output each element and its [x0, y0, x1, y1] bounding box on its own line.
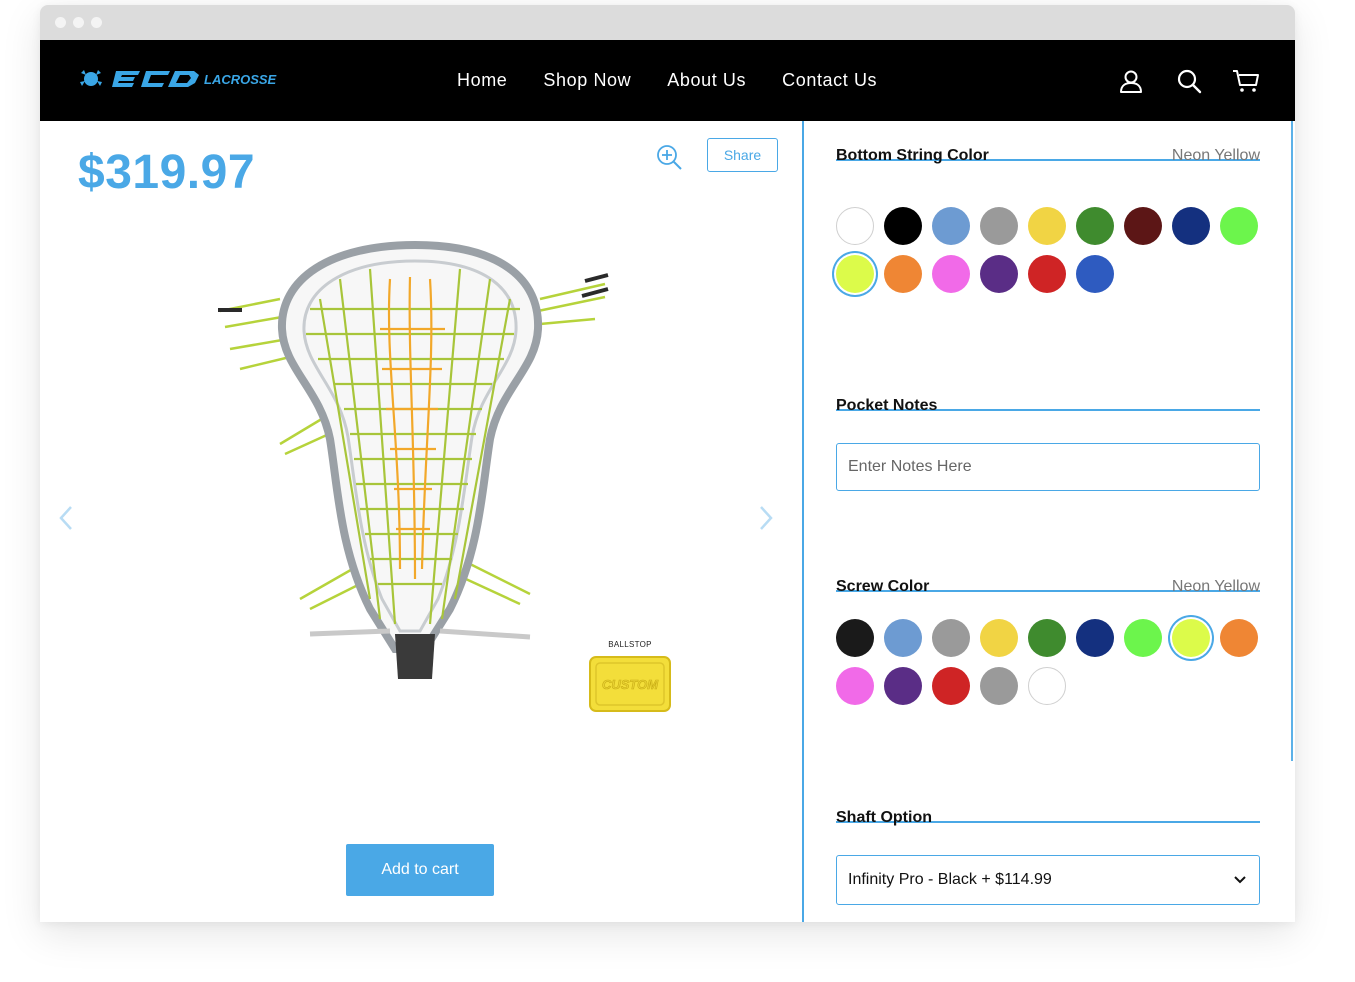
window-dot — [91, 17, 102, 28]
nav-home[interactable]: Home — [457, 70, 507, 91]
nav-about-us[interactable]: About Us — [667, 70, 746, 91]
screw-color-swatch[interactable] — [1076, 619, 1114, 657]
bottom-string-swatches — [836, 207, 1266, 293]
bottom-string-color-swatch[interactable] — [884, 255, 922, 293]
screw-color-selected: Neon Yellow — [1171, 578, 1260, 595]
bottom-string-color-swatch[interactable] — [980, 207, 1018, 245]
shaft-option-title: Shaft Option — [836, 809, 932, 826]
screw-color-swatch[interactable] — [836, 619, 874, 657]
ballstop-image: CUSTOM — [589, 656, 671, 712]
shaft-option-value: Infinity Pro - Black + $114.99 — [848, 871, 1052, 888]
bottom-string-color-swatch[interactable] — [836, 255, 874, 293]
logo-text: LACROSSE — [204, 72, 277, 87]
zoom-in-icon[interactable] — [655, 143, 685, 173]
chevron-down-icon — [1234, 876, 1246, 884]
bottom-string-title: Bottom String Color — [836, 147, 989, 164]
nav-contact-us[interactable]: Contact Us — [782, 70, 877, 91]
nav-shop-now[interactable]: Shop Now — [543, 70, 631, 91]
bottom-string-color-swatch[interactable] — [1076, 207, 1114, 245]
shaft-option-header: Shaft Option — [836, 783, 1260, 826]
bottom-string-color-swatch[interactable] — [836, 207, 874, 245]
screw-color-swatch[interactable] — [1172, 619, 1210, 657]
bottom-string-header: Bottom String Color Neon Yellow — [836, 121, 1260, 164]
bottom-string-selected: Neon Yellow — [1171, 147, 1260, 164]
navbar: LACROSSE Home Shop Now About Us Contact … — [40, 40, 1295, 121]
options-panel: Bottom String Color Neon Yellow Pocket N… — [836, 121, 1260, 922]
bottom-string-color-swatch[interactable] — [884, 207, 922, 245]
screw-color-header: Screw Color Neon Yellow — [836, 552, 1260, 595]
panel-divider — [802, 121, 804, 922]
shaft-option-select[interactable]: Infinity Pro - Black + $114.99 — [836, 855, 1260, 905]
bottom-string-color-swatch[interactable] — [932, 207, 970, 245]
bottom-string-color-swatch[interactable] — [1076, 255, 1114, 293]
bottom-string-color-swatch[interactable] — [1028, 207, 1066, 245]
pocket-notes-input[interactable] — [836, 443, 1260, 491]
share-button[interactable]: Share — [707, 138, 778, 172]
screw-color-swatch[interactable] — [980, 619, 1018, 657]
screw-color-swatch[interactable] — [980, 667, 1018, 705]
window-chrome — [40, 5, 1295, 40]
bottom-string-color-swatch[interactable] — [1220, 207, 1258, 245]
screw-color-title: Screw Color — [836, 578, 930, 595]
screw-color-swatch[interactable] — [884, 667, 922, 705]
screw-color-swatch[interactable] — [1028, 619, 1066, 657]
screw-color-swatch[interactable] — [932, 619, 970, 657]
ballstop-text: CUSTOM — [602, 677, 659, 692]
scrollbar-track[interactable] — [1291, 121, 1293, 761]
screw-color-swatch[interactable] — [1220, 619, 1258, 657]
main-nav: Home Shop Now About Us Contact Us — [457, 40, 877, 121]
chevron-left-icon[interactable] — [56, 503, 76, 533]
screw-color-swatches — [836, 619, 1266, 705]
bottom-string-color-swatch[interactable] — [1172, 207, 1210, 245]
bottom-string-color-swatch[interactable] — [932, 255, 970, 293]
pocket-notes-title: Pocket Notes — [836, 397, 938, 414]
ecd-lacrosse-logo[interactable]: LACROSSE — [78, 66, 278, 92]
product-preview: $319.97 Share BALLSTOP CUSTOM Add to car… — [40, 121, 802, 922]
account-icon[interactable] — [1118, 68, 1144, 94]
screw-color-swatch[interactable] — [836, 667, 874, 705]
pocket-notes-header: Pocket Notes — [836, 371, 1260, 414]
bottom-string-color-swatch[interactable] — [980, 255, 1018, 293]
browser-window: LACROSSE Home Shop Now About Us Contact … — [40, 5, 1295, 922]
add-to-cart-button[interactable]: Add to cart — [346, 844, 494, 896]
screw-color-swatch[interactable] — [1028, 667, 1066, 705]
bottom-string-color-swatch[interactable] — [1124, 207, 1162, 245]
product-price: $319.97 — [78, 146, 256, 199]
bottom-string-color-swatch[interactable] — [1028, 255, 1066, 293]
screw-color-swatch[interactable] — [1124, 619, 1162, 657]
chevron-right-icon[interactable] — [756, 503, 776, 533]
window-dot — [55, 17, 66, 28]
search-icon[interactable] — [1176, 68, 1202, 94]
ballstop-label: BALLSTOP — [608, 640, 652, 649]
lacrosse-head-image — [218, 240, 609, 679]
screw-color-swatch[interactable] — [884, 619, 922, 657]
window-dot — [73, 17, 84, 28]
cart-icon[interactable] — [1232, 68, 1260, 94]
screw-color-swatch[interactable] — [932, 667, 970, 705]
